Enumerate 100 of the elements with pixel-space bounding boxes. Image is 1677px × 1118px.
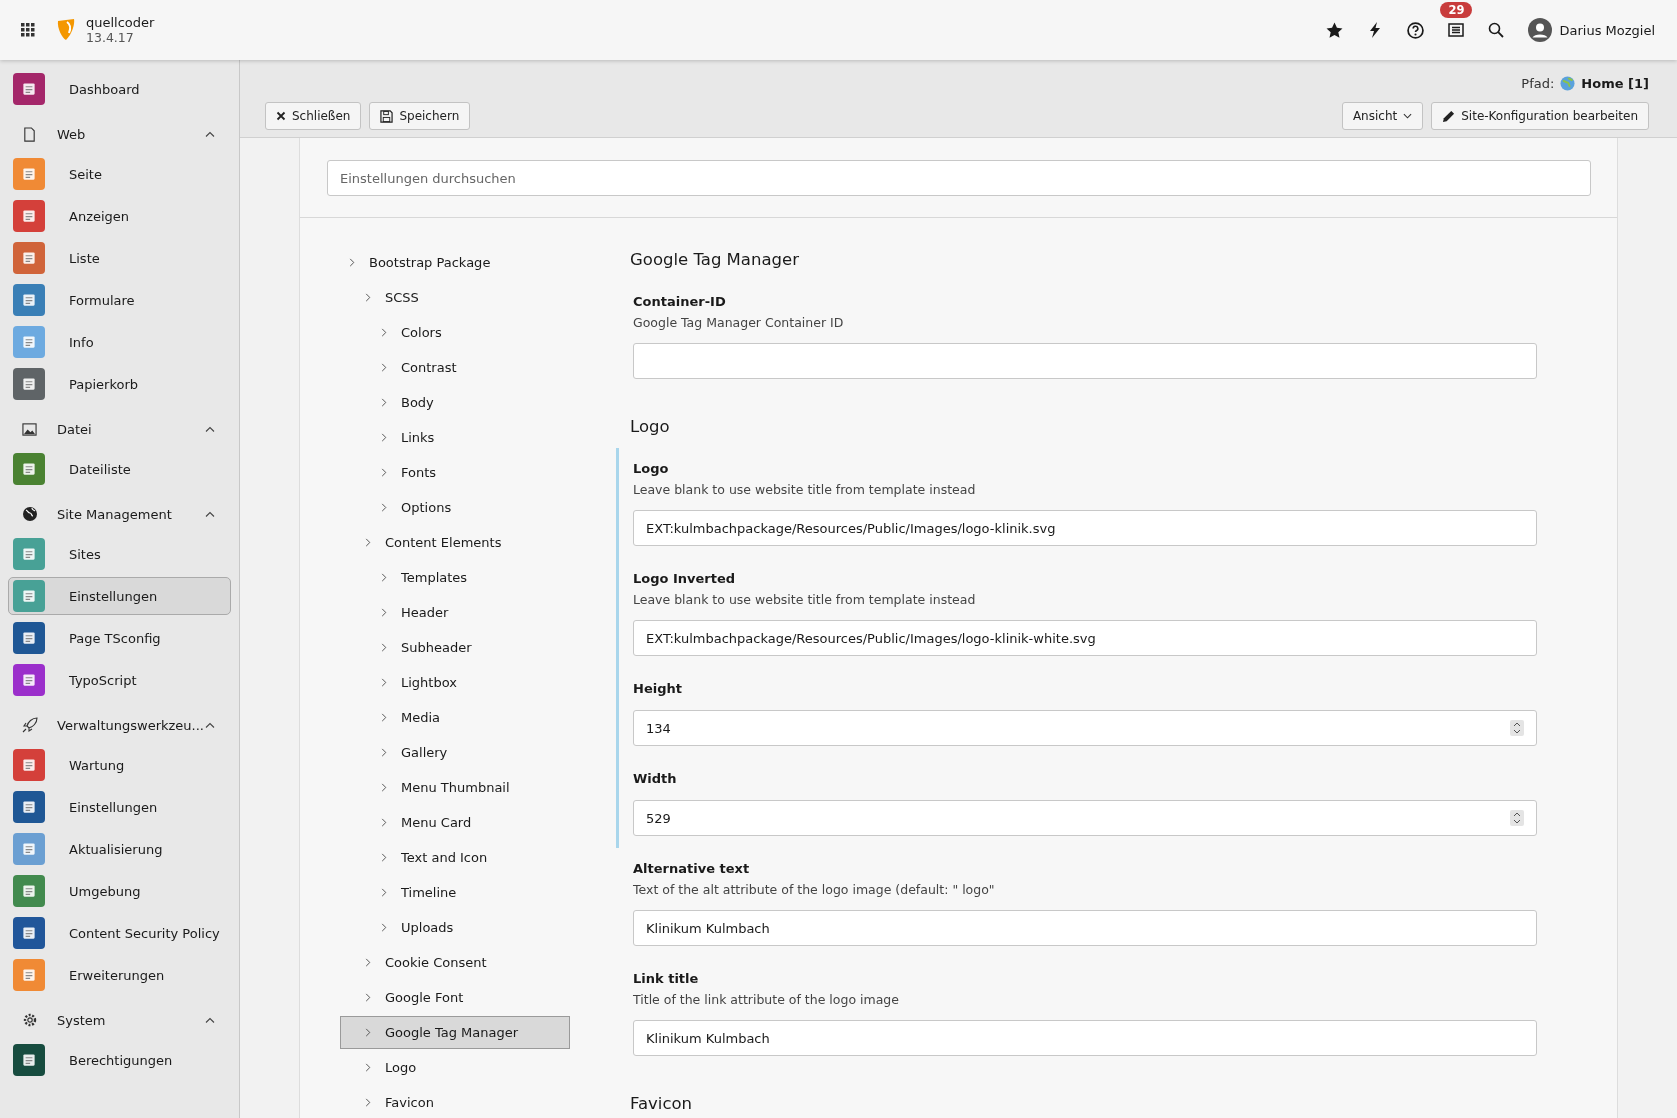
chevron-right-icon [349,258,355,267]
toolbar-button[interactable]: Schließen [265,102,362,130]
chevron-right-icon [365,538,371,547]
tree-item[interactable]: Favicon [340,1086,570,1118]
module-item[interactable]: Papierkorb [8,365,231,403]
chevron-right-icon [381,503,387,512]
globe-icon [1560,75,1576,91]
page-icon [22,126,37,142]
text-input[interactable] [633,343,1537,379]
chevron-right-icon [381,818,387,827]
tree-item[interactable]: Templates [340,561,570,594]
user-name[interactable]: Darius Mozgiel [1559,22,1655,38]
tree-item[interactable]: Colors [340,316,570,349]
chevron-right-icon [381,398,387,407]
module-group-header[interactable]: System [0,999,239,1041]
module-item[interactable]: Seite [8,155,231,193]
field-description: Leave blank to use website title from template instead [633,591,977,609]
module-group-header[interactable]: Web [0,113,239,155]
field-description: Text of the alt attribute of the logo image (default: " logo" [633,881,996,899]
tree-item[interactable]: Lightbox [340,666,570,699]
section-title: Favicon [630,1094,694,1113]
tree-item[interactable]: Body [340,386,570,419]
tree-item[interactable]: Google Tag Manager [340,1016,570,1049]
tree-item[interactable]: Contrast [340,351,570,384]
tree-item[interactable]: Google Font [340,981,570,1014]
chevron-right-icon [365,1028,371,1037]
tree-item[interactable]: Subheader [340,631,570,664]
text-input[interactable]: Klinikum Kulmbach [633,910,1537,946]
tree-item[interactable]: Gallery [340,736,570,769]
text-input[interactable]: EXT:kulmbachpackage/Resources/Public/Images/logo-klinik.svg [633,510,1537,546]
tree-item[interactable]: Media [340,701,570,734]
chevron-right-icon [381,433,387,442]
tree-item[interactable]: Options [340,491,570,524]
tree-item[interactable]: Links [340,421,570,454]
close-icon [276,111,286,121]
module-item[interactable]: Page TSconfig [8,619,231,657]
tree-item[interactable]: Header [340,596,570,629]
module-group-header[interactable]: Verwaltungswerkzeu... [0,704,239,746]
avatar-icon[interactable] [1528,18,1553,42]
text-input[interactable]: Klinikum Kulmbach [633,1020,1537,1056]
search-field[interactable]: Einstellungen durchsuchen [327,160,1591,196]
module-item[interactable]: Erweiterungen [8,956,231,994]
caret-icon [205,511,215,517]
number-input[interactable]: 134 [633,710,1537,746]
module-group-header[interactable]: Site Management [0,493,239,535]
gear-icon [21,1012,38,1028]
module-item[interactable]: Liste [8,239,231,277]
edit-site-configuration-button[interactable]: Site-Konfiguration bearbeiten [1431,102,1649,130]
tree-item[interactable]: Fonts [340,456,570,489]
module-item[interactable]: Wartung [8,746,231,784]
chevron-right-icon [381,888,387,897]
module-item[interactable]: Content Security Policy [8,914,231,952]
path-page[interactable]: Home [1] [1581,75,1649,91]
module-item[interactable]: Anzeigen [8,197,231,235]
spinner-icon[interactable] [1510,720,1524,736]
caret-icon [205,426,215,432]
chevron-right-icon [381,678,387,687]
chevron-right-icon [381,748,387,757]
module-item[interactable]: Formulare [8,281,231,319]
module-group-header[interactable]: Datei [0,408,239,450]
module-item[interactable]: Dashboard [8,70,231,108]
field-description: Leave blank to use website title from template instead [633,481,977,499]
text-input[interactable]: EXT:kulmbachpackage/Resources/Public/Images/logo-klinik-white.svg [633,620,1537,656]
module-item[interactable]: Umgebung [8,872,231,910]
help-icon[interactable] [1407,21,1425,39]
tree-item[interactable]: Uploads [340,911,570,944]
caret-icon [205,131,215,137]
module-item[interactable]: Einstellungen [8,788,231,826]
chevron-right-icon [365,1063,371,1072]
toolbar-button[interactable]: Speichern [369,102,471,130]
module-item[interactable]: Berechtigungen [8,1041,231,1079]
tree-item[interactable]: Timeline [340,876,570,909]
list-icon[interactable] [1448,22,1465,38]
number-input[interactable]: 529 [633,800,1537,836]
app-grid-icon[interactable] [21,23,35,37]
module-item[interactable]: Dateiliste [8,450,231,488]
image-icon [22,421,37,437]
tree-item[interactable]: Text and Icon [340,841,570,874]
module-item[interactable]: Aktualisierung [8,830,231,868]
star-icon[interactable] [1326,21,1344,39]
tree-item[interactable]: Menu Thumbnail [340,771,570,804]
tree-item[interactable]: Cookie Consent [340,946,570,979]
tree-item[interactable]: Menu Card [340,806,570,839]
section-title: Logo [630,417,671,436]
module-item[interactable]: TypoScript [8,661,231,699]
module-item[interactable]: Einstellungen [8,577,231,615]
spinner-icon[interactable] [1510,810,1524,826]
tree-item[interactable]: Logo [340,1051,570,1084]
chevron-right-icon [381,713,387,722]
module-item[interactable]: Info [8,323,231,361]
globe-icon [21,506,38,522]
field-label: Logo [633,460,670,478]
view-dropdown[interactable]: Ansicht [1341,102,1424,130]
tree-item[interactable]: Bootstrap Package [340,246,570,279]
caret-icon [205,722,215,728]
module-item[interactable]: Sites [8,535,231,573]
tree-item[interactable]: SCSS [340,281,570,314]
tree-item[interactable]: Content Elements [340,526,570,559]
chevron-down-icon [1403,113,1413,119]
search-icon[interactable] [1488,22,1505,38]
